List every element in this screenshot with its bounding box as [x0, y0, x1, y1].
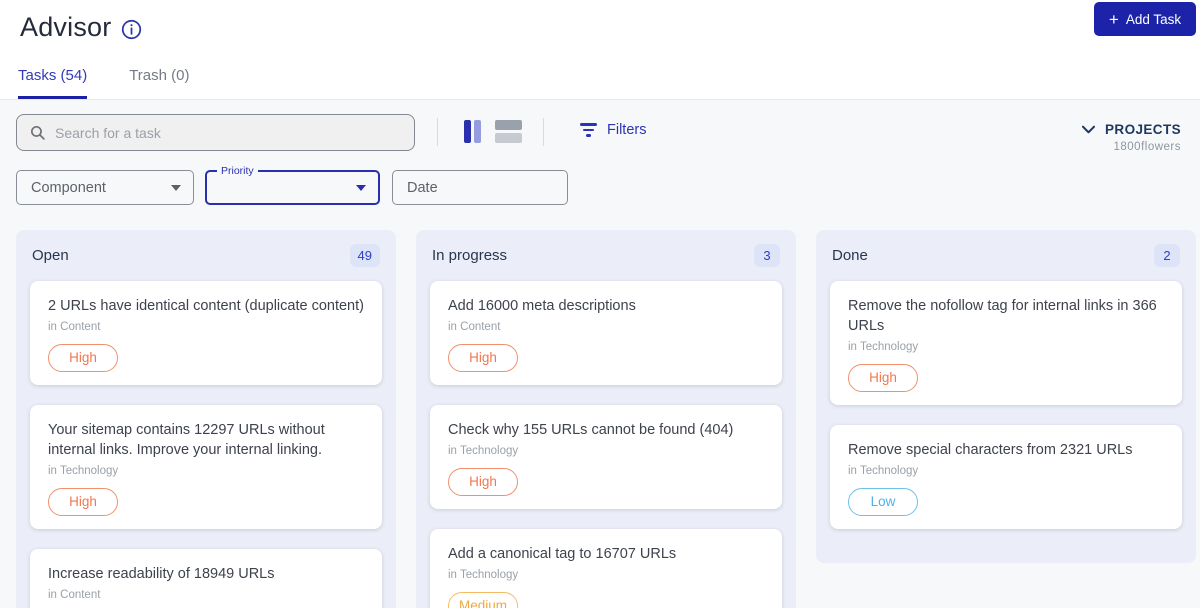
add-task-label: Add Task [1125, 11, 1182, 27]
task-category: in Technology [48, 465, 119, 477]
search-input[interactable] [55, 124, 402, 141]
column-name: In progress [432, 247, 508, 264]
filter-funnel-icon [580, 123, 597, 137]
projects-label: PROJECTS [1105, 122, 1181, 137]
filter-row: Component Priority Date [0, 165, 1200, 230]
card-list: Remove the nofollow tag for internal lin… [816, 279, 1196, 563]
page-header: Advisor + Add Task Tasks (54) Trash (0) [0, 0, 1200, 100]
task-title: Increase readability of 18949 URLs [48, 566, 275, 582]
current-project-name: 1800flowers [1113, 141, 1181, 153]
kanban-board: Open 49 2 URLs have identical content (d… [0, 230, 1200, 608]
filters-label: Filters [607, 122, 647, 138]
task-card[interactable]: Remove special characters from 2321 URLs… [830, 425, 1182, 529]
column-count-badge: 3 [754, 244, 780, 267]
task-category: in Content [48, 589, 101, 601]
task-title: Check why 155 URLs cannot be found (404) [448, 422, 734, 438]
task-title: Add a canonical tag to 16707 URLs [448, 546, 677, 562]
kanban-column: Done 2 Remove the nofollow tag for inter… [816, 230, 1196, 563]
chevron-down-icon [1082, 125, 1096, 134]
column-name: Open [32, 247, 69, 264]
caret-down-icon [171, 184, 181, 191]
task-card[interactable]: Increase readability of 18949 URLs in Co… [30, 549, 382, 608]
kanban-view-icon[interactable] [464, 120, 481, 143]
filters-button[interactable]: Filters [580, 122, 646, 138]
column-count-badge: 49 [349, 244, 380, 267]
task-category: in Technology [448, 445, 519, 457]
task-category: in Technology [848, 341, 919, 353]
divider [543, 118, 544, 146]
projects-selector[interactable]: PROJECTS 1800flowers [1082, 122, 1181, 153]
page-title: Advisor [20, 12, 112, 42]
search-icon [30, 125, 45, 140]
task-card[interactable]: Check why 155 URLs cannot be found (404)… [430, 405, 782, 509]
task-title: Remove special characters from 2321 URLs [848, 442, 1133, 458]
priority-badge: High [48, 344, 118, 372]
divider [437, 118, 438, 146]
card-list: 2 URLs have identical content (duplicate… [16, 279, 396, 608]
task-category: in Content [448, 321, 501, 333]
column-name: Done [832, 247, 868, 264]
tab-trash[interactable]: Trash (0) [129, 67, 189, 99]
tab-bar: Tasks (54) Trash (0) [18, 67, 189, 99]
column-header: Done 2 [816, 230, 1196, 279]
priority-badge: Medium [448, 592, 518, 608]
task-title: 2 URLs have identical content (duplicate… [48, 298, 364, 314]
info-icon[interactable] [121, 19, 142, 40]
task-card[interactable]: Remove the nofollow tag for internal lin… [830, 281, 1182, 405]
priority-badge: High [448, 344, 518, 372]
task-card[interactable]: Your sitemap contains 12297 URLs without… [30, 405, 382, 529]
task-card[interactable]: 2 URLs have identical content (duplicate… [30, 281, 382, 385]
task-title: Your sitemap contains 12297 URLs without… [48, 422, 325, 458]
task-title: Remove the nofollow tag for internal lin… [848, 298, 1157, 334]
priority-badge: High [848, 364, 918, 392]
date-filter-label: Date [407, 179, 438, 196]
add-task-button[interactable]: + Add Task [1094, 2, 1196, 36]
component-filter-label: Component [31, 179, 106, 196]
column-header: Open 49 [16, 230, 396, 279]
priority-filter-label: Priority [217, 165, 258, 177]
kanban-column: In progress 3 Add 16000 meta description… [416, 230, 796, 608]
list-view-icon[interactable] [495, 120, 522, 143]
task-category: in Technology [448, 569, 519, 581]
view-toggle [464, 120, 522, 143]
date-filter-input[interactable]: Date [392, 170, 568, 205]
plus-icon: + [1108, 9, 1119, 29]
task-category: in Content [48, 321, 101, 333]
task-title: Add 16000 meta descriptions [448, 298, 636, 314]
task-card[interactable]: Add a canonical tag to 16707 URLs in Tec… [430, 529, 782, 608]
priority-badge: Low [848, 488, 918, 516]
column-header: In progress 3 [416, 230, 796, 279]
task-card[interactable]: Add 16000 meta descriptions in Content H… [430, 281, 782, 385]
priority-badge: High [448, 468, 518, 496]
caret-down-icon [356, 184, 366, 191]
kanban-column: Open 49 2 URLs have identical content (d… [16, 230, 396, 608]
priority-badge: High [48, 488, 118, 516]
toolbar: Filters PROJECTS 1800flowers [0, 100, 1200, 170]
tab-tasks[interactable]: Tasks (54) [18, 67, 88, 99]
card-list: Add 16000 meta descriptions in Content H… [416, 279, 796, 608]
task-category: in Technology [848, 465, 919, 477]
priority-filter-select[interactable]: Priority [205, 165, 380, 205]
column-count-badge: 2 [1154, 244, 1180, 267]
search-box[interactable] [16, 114, 415, 151]
component-filter-select[interactable]: Component [16, 170, 194, 205]
